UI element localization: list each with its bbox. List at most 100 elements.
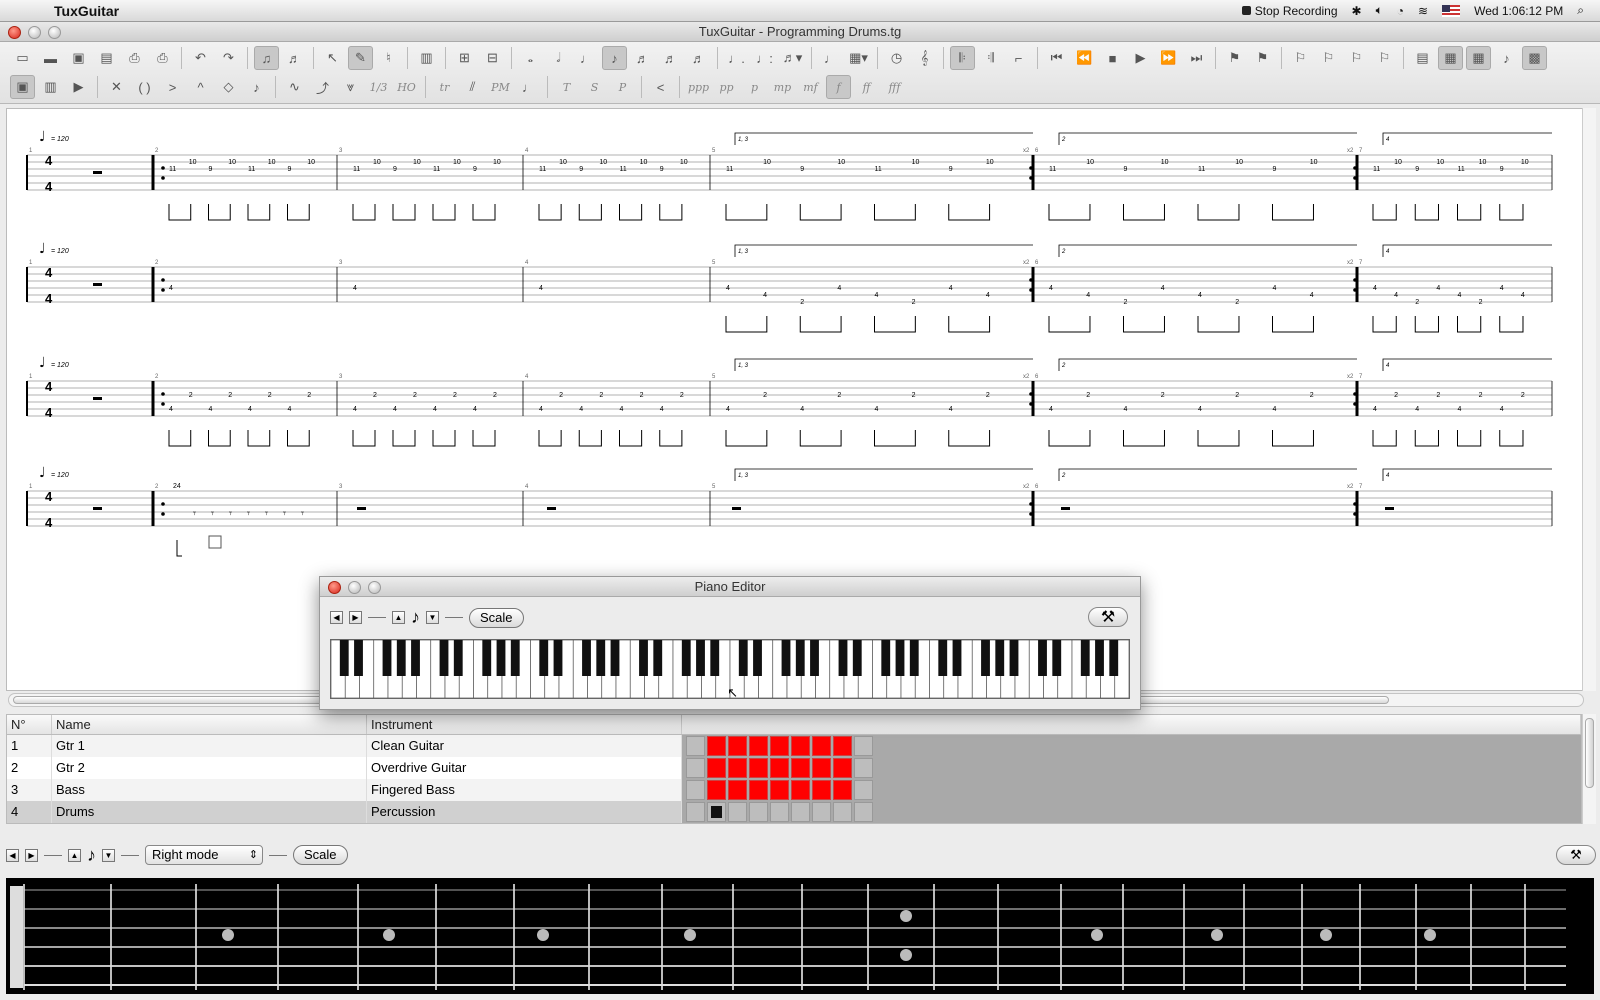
- measure-cell[interactable]: [707, 780, 726, 800]
- zoom-window-button[interactable]: [48, 26, 61, 39]
- measure-cell[interactable]: [686, 736, 705, 756]
- undo-icon[interactable]: ↶: [188, 46, 213, 70]
- marker-add-icon[interactable]: ⚑: [1222, 46, 1247, 70]
- track-row[interactable]: 3 Bass Fingered Bass: [7, 779, 1581, 801]
- natural-key-icon[interactable]: ♮: [376, 46, 401, 70]
- marker-next-icon[interactable]: ⚐: [1344, 46, 1369, 70]
- measure-cell[interactable]: [833, 758, 852, 778]
- menubar-clock[interactable]: Wed 1:06:12 PM: [1474, 4, 1563, 18]
- piano-settings-button[interactable]: ⚒: [1088, 607, 1128, 627]
- print-icon[interactable]: ⎙: [122, 46, 147, 70]
- app-menu-name[interactable]: TuxGuitar: [54, 3, 119, 19]
- dynamic-mf[interactable]: mf: [798, 75, 823, 99]
- measure-cell[interactable]: [833, 802, 852, 822]
- measure-cell[interactable]: [728, 758, 747, 778]
- measure-cell[interactable]: [770, 736, 789, 756]
- fretboard-view-icon[interactable]: ▦: [1438, 46, 1463, 70]
- new-file-icon[interactable]: ▭: [10, 46, 35, 70]
- track-name[interactable]: Drums: [52, 801, 367, 823]
- layout-page-icon[interactable]: ▥: [414, 46, 439, 70]
- score-vertical-scrollbar[interactable]: [1582, 108, 1596, 691]
- track-instrument[interactable]: Overdrive Guitar: [367, 757, 682, 779]
- input-flag-icon[interactable]: [1442, 4, 1461, 17]
- measure-cell[interactable]: [833, 780, 852, 800]
- track-name[interactable]: Bass: [52, 779, 367, 801]
- track-instrument[interactable]: Clean Guitar: [367, 735, 682, 757]
- edit-mode-icon[interactable]: ✎: [348, 46, 373, 70]
- measure-cell[interactable]: [749, 736, 768, 756]
- tremolo-bar-icon[interactable]: ⩔: [338, 75, 363, 99]
- dynamic-pp[interactable]: pp: [714, 75, 739, 99]
- dynamic-fff[interactable]: fff: [882, 75, 907, 99]
- dead-note-icon[interactable]: ✕: [104, 75, 129, 99]
- save-icon[interactable]: ▣: [66, 46, 91, 70]
- measure-cell[interactable]: [833, 736, 852, 756]
- fade-in-icon[interactable]: <: [648, 75, 673, 99]
- instrument-icon[interactable]: ▥: [38, 75, 63, 99]
- next-arrow-button[interactable]: ▶: [349, 611, 362, 624]
- measure-cell[interactable]: [707, 758, 726, 778]
- measure-cell[interactable]: [749, 802, 768, 822]
- trill-label[interactable]: tr: [432, 75, 457, 99]
- popping-label[interactable]: P: [610, 75, 635, 99]
- mixer-icon[interactable]: ▤: [1410, 46, 1435, 70]
- prev-arrow-button[interactable]: ◀: [6, 848, 19, 862]
- minimize-window-button[interactable]: [28, 26, 41, 39]
- piano-view-icon[interactable]: ▦: [1466, 46, 1491, 70]
- measure-cell[interactable]: [791, 736, 810, 756]
- ghost-note-icon[interactable]: ( ): [132, 75, 157, 99]
- dynamic-p[interactable]: p: [742, 75, 767, 99]
- repeat-open-icon[interactable]: 𝄆: [950, 46, 975, 70]
- measure-cell[interactable]: [686, 780, 705, 800]
- staccato-icon[interactable]: ♩: [516, 75, 541, 99]
- first-icon[interactable]: ⏮: [1044, 46, 1069, 70]
- matrix-view-icon[interactable]: ♪: [1494, 46, 1519, 70]
- hammer-on-label[interactable]: HO: [394, 75, 419, 99]
- track-name[interactable]: Gtr 1: [52, 735, 367, 757]
- dotted-note-icon[interactable]: ♩.: [724, 46, 749, 70]
- measure-cell[interactable]: [728, 736, 747, 756]
- last-icon[interactable]: ⏭: [1184, 46, 1209, 70]
- measure-cell[interactable]: [707, 736, 726, 756]
- bluetooth-icon[interactable]: ✱: [1352, 4, 1362, 18]
- next-arrow-button[interactable]: ▶: [25, 848, 38, 862]
- select-mode-icon[interactable]: ↖: [320, 46, 345, 70]
- measure-cell[interactable]: [854, 780, 873, 800]
- stop-icon[interactable]: ■: [1100, 46, 1125, 70]
- next-icon[interactable]: ⏩: [1156, 46, 1181, 70]
- stop-recording-item[interactable]: Stop Recording: [1241, 4, 1338, 18]
- play-mode-icon[interactable]: ▶: [66, 75, 91, 99]
- measure-cell[interactable]: [770, 780, 789, 800]
- measure-cell[interactable]: [812, 736, 831, 756]
- measure-cell[interactable]: [686, 758, 705, 778]
- down-arrow-button[interactable]: ▼: [102, 848, 115, 862]
- fretboard-scale-button[interactable]: Scale: [293, 845, 348, 865]
- measure-cell[interactable]: [812, 758, 831, 778]
- track-name[interactable]: Gtr 2: [52, 757, 367, 779]
- minimize-piano-button[interactable]: [348, 581, 361, 594]
- vibrato-icon[interactable]: ∿: [282, 75, 307, 99]
- piano-keyboard[interactable]: ↖: [330, 639, 1130, 701]
- track-instrument[interactable]: Fingered Bass: [367, 779, 682, 801]
- previous-icon[interactable]: ⏪: [1072, 46, 1097, 70]
- tapping-label[interactable]: T: [554, 75, 579, 99]
- track-measure-cells[interactable]: [682, 779, 1581, 801]
- timemachine-icon[interactable]: ◔: [1397, 4, 1404, 18]
- measure-cell[interactable]: [728, 802, 747, 822]
- alternate-ending-icon[interactable]: ⌐: [1006, 46, 1031, 70]
- save-as-icon[interactable]: ▤: [94, 46, 119, 70]
- track-measure-cells[interactable]: [682, 735, 1581, 757]
- half-note-icon[interactable]: 𝅗𝅥: [546, 46, 571, 70]
- marker-prev-icon[interactable]: ⚐: [1316, 46, 1341, 70]
- harmonic-icon[interactable]: ◇: [216, 75, 241, 99]
- track-measure-cells[interactable]: [682, 801, 1581, 823]
- fretboard[interactable]: [6, 878, 1594, 994]
- metronome-icon[interactable]: ◷: [884, 46, 909, 70]
- remove-measure-icon[interactable]: ⊟: [480, 46, 505, 70]
- tempo-icon[interactable]: 𝄞: [912, 46, 937, 70]
- dynamic-ppp[interactable]: ppp: [686, 75, 711, 99]
- tremolo-picking-icon[interactable]: ⫽: [460, 75, 485, 99]
- measure-cell[interactable]: [707, 802, 726, 822]
- print-preview-icon[interactable]: ⎙: [150, 46, 175, 70]
- zoom-piano-button[interactable]: [368, 581, 381, 594]
